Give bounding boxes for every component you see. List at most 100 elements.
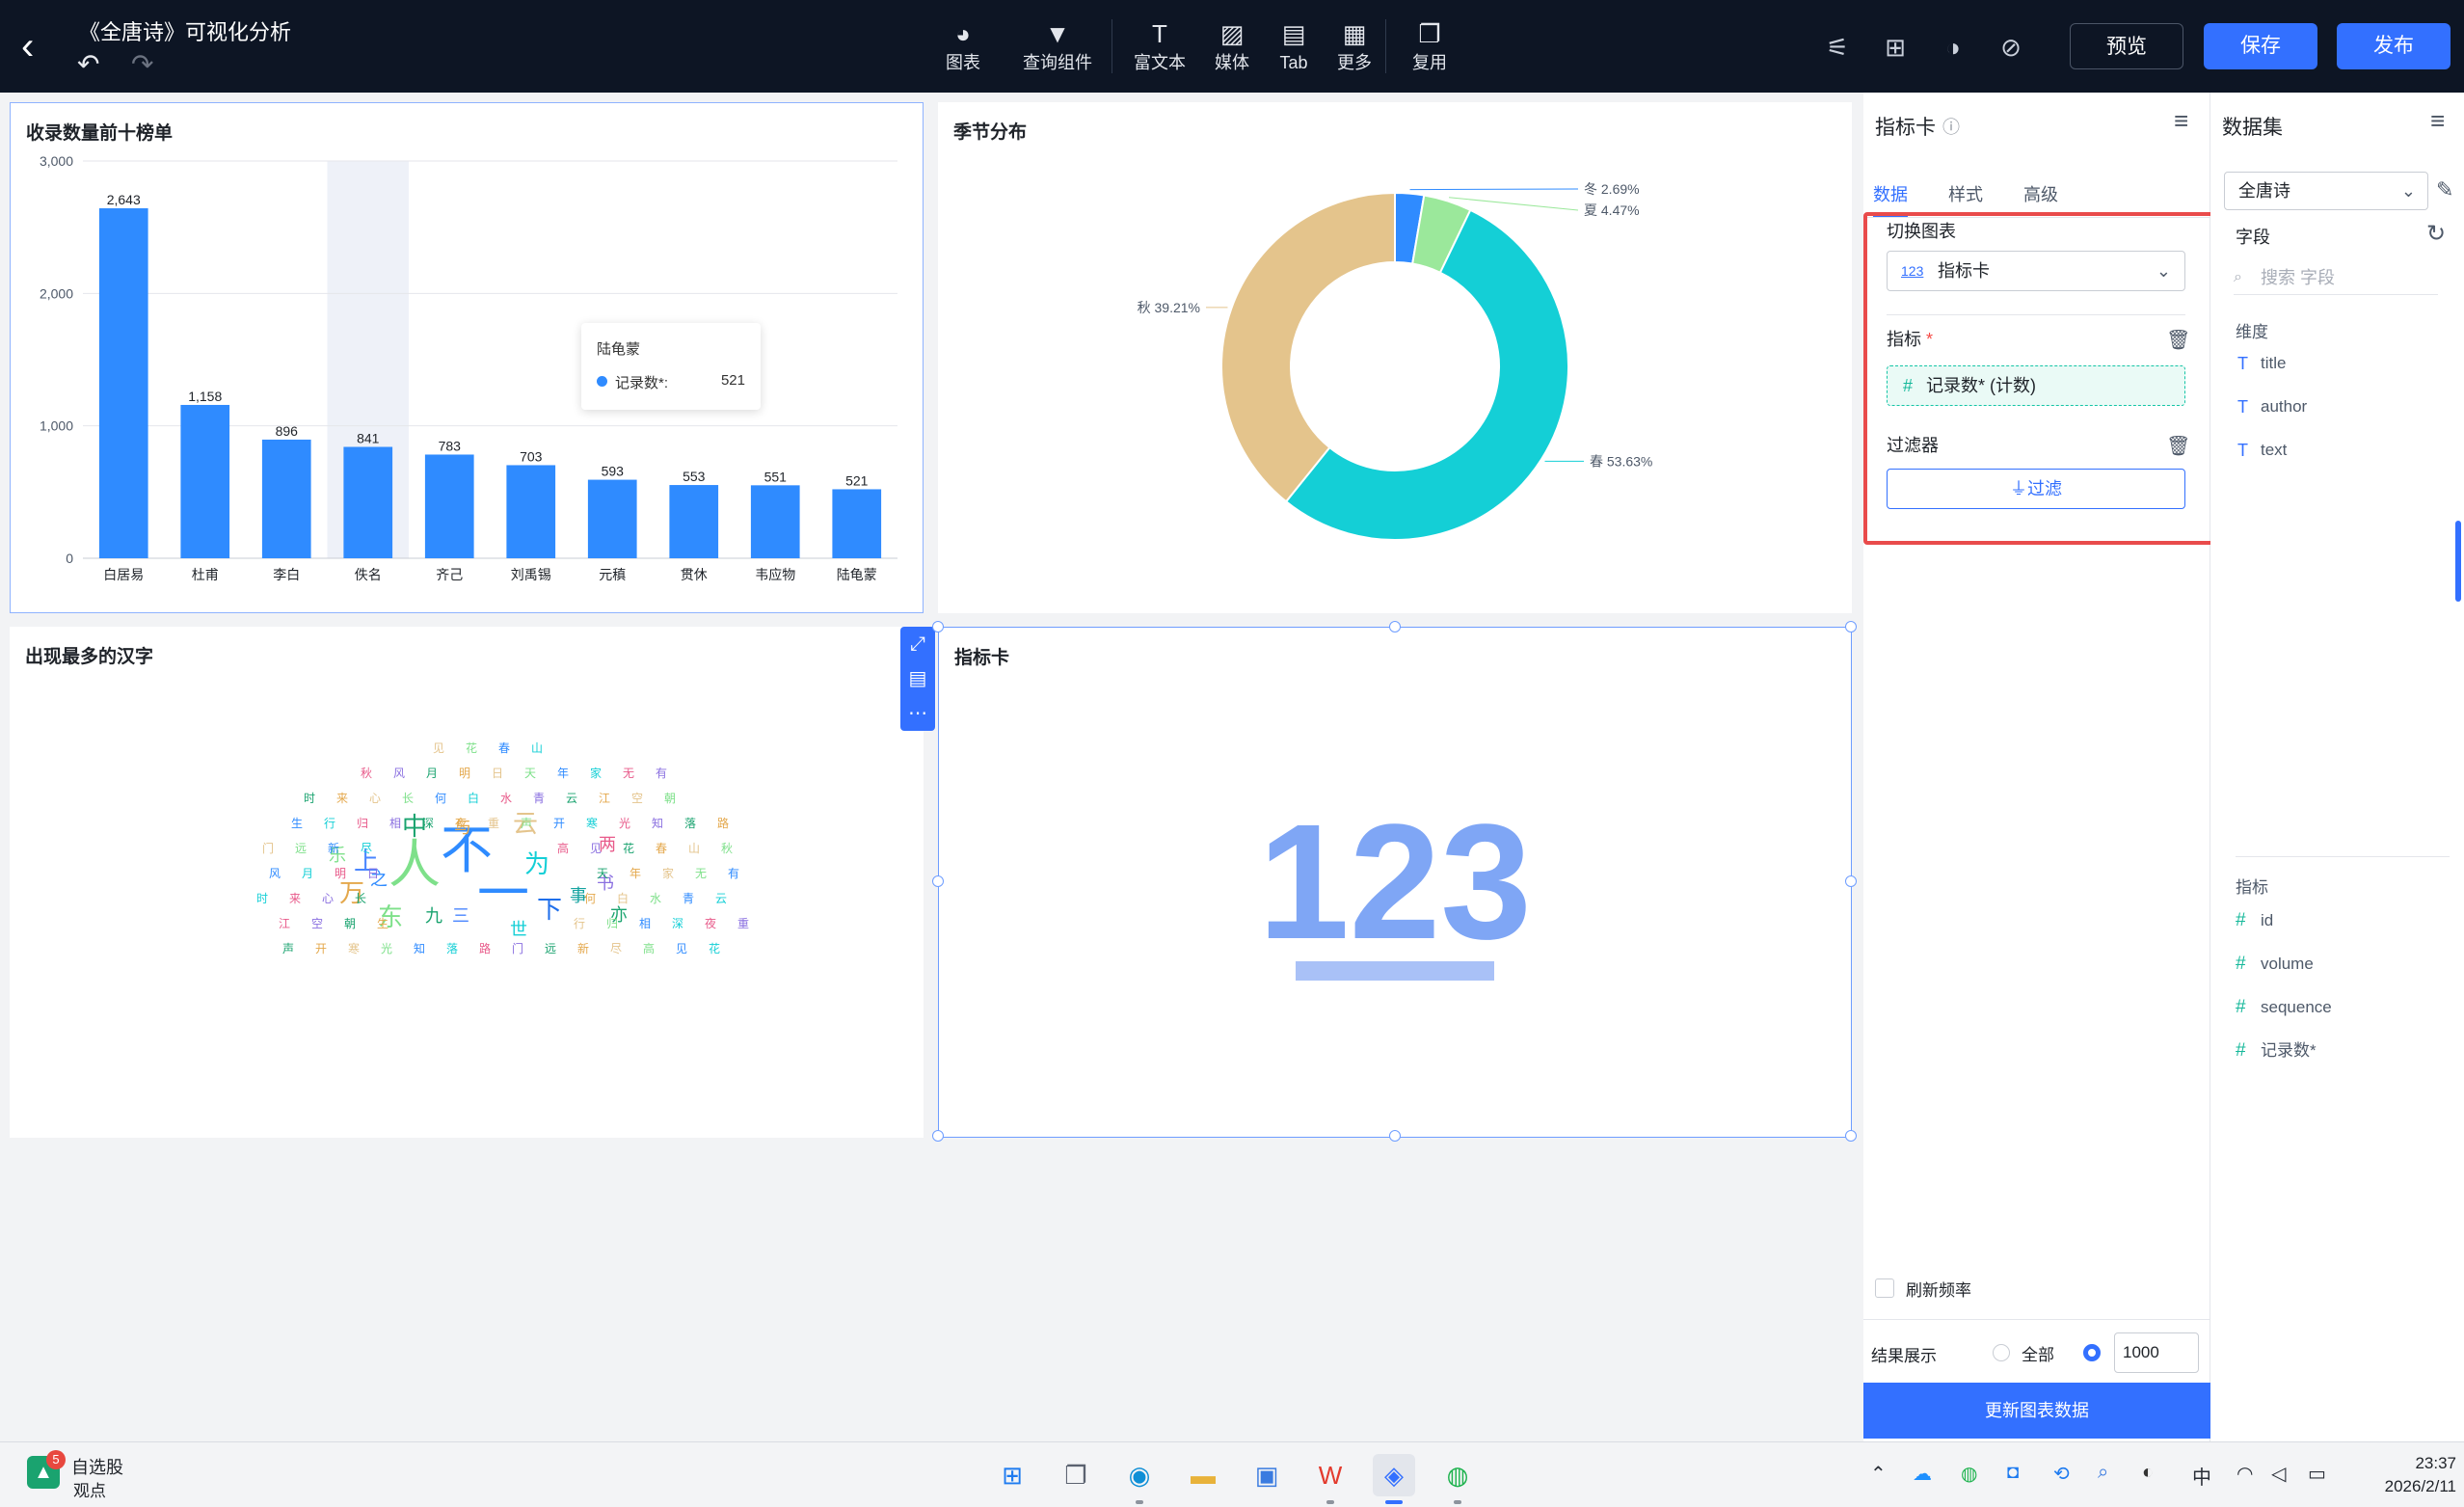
edit-pencil-icon[interactable]: ✎ xyxy=(2436,177,2453,202)
word-cloud-word[interactable]: 人 xyxy=(388,836,441,894)
tab-advanced[interactable]: 高级 xyxy=(2023,181,2058,206)
file-explorer-icon[interactable]: ▬ xyxy=(1182,1454,1224,1496)
word-cloud-word: 何 xyxy=(435,792,446,805)
delete-metric-icon[interactable]: 🗑 xyxy=(2166,328,2190,352)
reuse-button[interactable]: ❐ 复用 xyxy=(1386,17,1473,79)
resize-handle[interactable] xyxy=(932,875,944,887)
app-tray-icon[interactable]: ◐ xyxy=(2142,1462,2154,1484)
theme-palette-icon[interactable]: ◑ xyxy=(1937,31,1969,64)
preview-button[interactable]: 预览 xyxy=(2070,23,2183,69)
redo-icon[interactable]: ↷ xyxy=(131,50,153,79)
word-cloud-word: 路 xyxy=(479,941,491,955)
chart-type-select[interactable]: 123 指标卡 ⌄ xyxy=(1887,251,2185,291)
windows-start-icon[interactable]: ⊞ xyxy=(991,1454,1033,1496)
wifi-icon[interactable]: ◠ xyxy=(2236,1462,2253,1486)
dataset-select[interactable]: 全唐诗 ⌄ xyxy=(2224,172,2428,210)
bar[interactable] xyxy=(98,208,148,558)
back-arrow-icon[interactable]: ‹ xyxy=(21,27,50,66)
donut-chart-panel[interactable]: 季节分布 冬 2.69% 夏 4.47% 春 53.63% 秋 39.21% xyxy=(938,102,1852,613)
word-cloud-word[interactable]: 为 xyxy=(524,849,549,878)
task-view-icon[interactable]: ❐ xyxy=(1055,1454,1097,1496)
result-all-radio[interactable] xyxy=(1993,1344,2010,1361)
delete-filter-icon[interactable]: 🗑 xyxy=(2166,434,2190,458)
word-cloud-word[interactable]: 一 xyxy=(477,865,529,923)
store-icon[interactable]: ▣ xyxy=(1245,1454,1288,1496)
resize-handle[interactable] xyxy=(932,621,944,632)
refresh-rate-checkbox[interactable] xyxy=(1875,1278,1894,1298)
refresh-icon[interactable]: ↻ xyxy=(2426,220,2446,248)
layout-icon[interactable]: ⊞ xyxy=(1879,31,1912,64)
word-cloud-word: 天 xyxy=(524,767,536,780)
update-chart-data-button[interactable]: 更新图表数据 xyxy=(1863,1383,2210,1439)
volume-icon[interactable]: ◁ xyxy=(2271,1462,2286,1486)
collapse-menu-icon[interactable]: ≡ xyxy=(2174,106,2188,136)
scrollbar-thumb[interactable] xyxy=(2455,521,2461,602)
document-icon[interactable]: ▤ xyxy=(900,661,935,696)
resize-handle[interactable] xyxy=(1389,621,1401,632)
resize-handle[interactable] xyxy=(1845,621,1857,632)
word-cloud-word: 尽 xyxy=(610,942,622,955)
wechat-icon[interactable]: ◍ xyxy=(1436,1454,1479,1496)
bar-chart-panel[interactable]: 收录数量前十榜单 0 1,000 2,000 3,000 2,643 白居易 1,158 杜甫… xyxy=(10,102,924,613)
word-cloud-word[interactable]: 三 xyxy=(452,906,469,926)
battery-icon[interactable]: ▭ xyxy=(2308,1462,2326,1486)
collapse-menu-icon[interactable]: ≡ xyxy=(2430,106,2445,136)
bar[interactable] xyxy=(750,485,800,558)
bar[interactable] xyxy=(587,479,637,558)
bar[interactable] xyxy=(180,404,230,558)
stock-widget-subtitle: 观点 xyxy=(73,1482,106,1500)
resize-handle[interactable] xyxy=(1845,875,1857,887)
chart-tool-button[interactable]: ◕ 图表 xyxy=(920,17,1006,79)
expand-icon[interactable]: ⤢ xyxy=(900,627,935,661)
word-cloud-panel[interactable]: 出现最多的汉字 不人中一云上为万下东事三与书之九乐亦两世见花春山秋风月明日天年家… xyxy=(10,627,924,1138)
resize-handle[interactable] xyxy=(932,1130,944,1142)
bar[interactable] xyxy=(669,485,719,558)
resize-handle[interactable] xyxy=(1389,1130,1401,1142)
tooltip-title: 陆龟蒙 xyxy=(597,341,641,358)
search-tray-icon[interactable]: ⌕ xyxy=(2098,1462,2108,1484)
resize-handle[interactable] xyxy=(1845,1130,1857,1142)
kpi-card-panel[interactable]: 指标卡 123 xyxy=(932,621,1857,1142)
save-button[interactable]: 保存 xyxy=(2204,23,2317,69)
donut-slice[interactable] xyxy=(1220,191,1396,503)
dingtalk-tray-icon[interactable]: ◘ xyxy=(2007,1462,2019,1484)
query-component-button[interactable]: ▼ 查询组件 xyxy=(1014,17,1101,79)
word-cloud-word: 有 xyxy=(728,867,739,880)
more-dots-icon[interactable]: ⋯ xyxy=(900,696,935,731)
number-type-icon: # xyxy=(2236,954,2246,974)
word-cloud-word: 生 xyxy=(291,817,303,830)
bar[interactable] xyxy=(261,439,311,558)
tab-style[interactable]: 样式 xyxy=(1948,181,1983,206)
onedrive-cloud-icon[interactable]: ☁ xyxy=(1913,1462,1932,1486)
wps-office-icon[interactable]: W xyxy=(1309,1454,1352,1496)
field-search-input[interactable]: ⌕ 搜索 字段 xyxy=(2234,260,2438,295)
settings-sliders-icon[interactable]: ⚟ xyxy=(1821,31,1854,64)
word-cloud-word: 行 xyxy=(324,817,335,830)
info-icon[interactable]: ⓘ xyxy=(1942,114,1960,139)
result-limit-radio[interactable] xyxy=(2083,1344,2101,1361)
filter-button[interactable]: ⏚过滤 xyxy=(1887,469,2185,509)
tab-data[interactable]: 数据 xyxy=(1873,181,1908,206)
measure-hash-icon: # xyxy=(1903,376,1914,395)
hide-eye-icon[interactable]: ⊘ xyxy=(1995,31,2027,64)
bar[interactable] xyxy=(424,454,474,558)
word-cloud-word[interactable]: 九 xyxy=(425,906,442,926)
bar[interactable] xyxy=(506,465,556,558)
metric-field-pill[interactable]: # 记录数* (计数) xyxy=(1887,365,2185,406)
bar[interactable] xyxy=(832,489,882,558)
sync-tray-icon[interactable]: ⟲ xyxy=(2053,1462,2070,1486)
word-cloud-word[interactable]: 下 xyxy=(537,895,562,924)
tray-overflow-chevron-icon[interactable]: ⌃ xyxy=(1870,1462,1887,1486)
result-limit-input[interactable]: 1000 xyxy=(2114,1332,2199,1373)
undo-icon[interactable]: ↶ xyxy=(77,50,99,79)
bar[interactable] xyxy=(343,446,393,558)
slice-leader-line xyxy=(1409,188,1579,191)
active-app-icon[interactable]: ◈ xyxy=(1373,1454,1415,1496)
edge-browser-icon[interactable]: ◉ xyxy=(1118,1454,1161,1496)
word-cloud-word[interactable]: 世 xyxy=(510,920,527,939)
stock-widget-name[interactable]: 自选股 xyxy=(71,1454,123,1479)
wechat-tray-icon[interactable]: ◍ xyxy=(1961,1462,1977,1486)
publish-button[interactable]: 发布 xyxy=(2337,23,2451,69)
system-clock[interactable]: 23:37 2026/2/11 xyxy=(2379,1452,2456,1498)
input-method-indicator[interactable]: 中 xyxy=(2192,1462,2211,1490)
